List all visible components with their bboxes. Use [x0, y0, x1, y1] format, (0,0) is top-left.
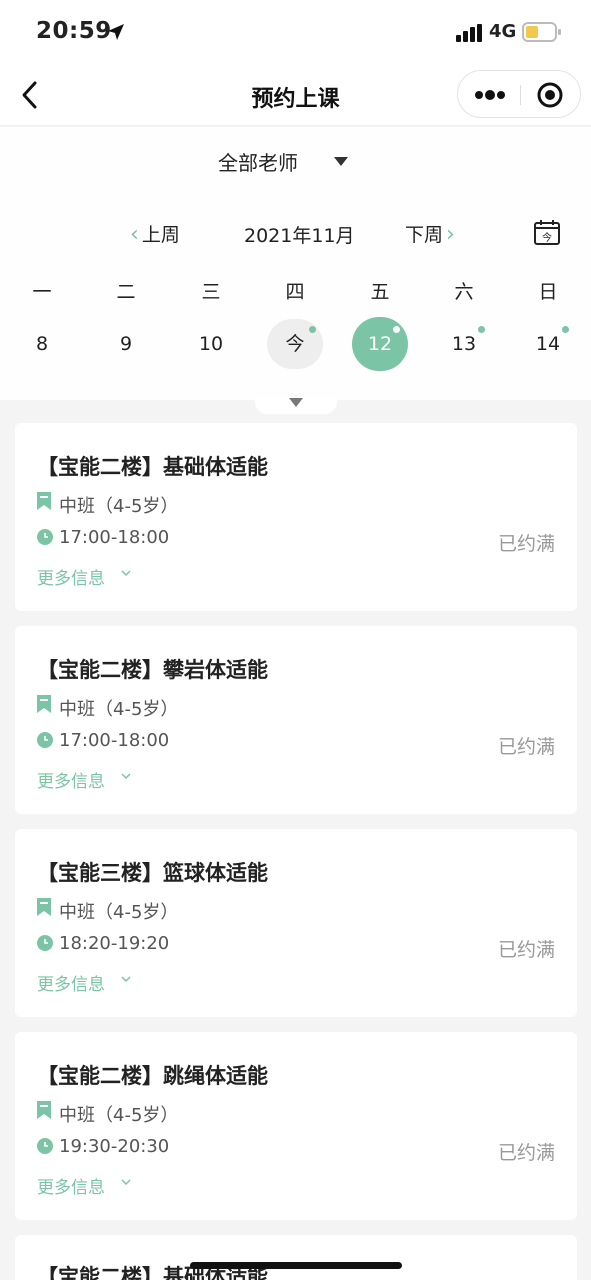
booking-status: 已约满: [497, 533, 555, 555]
status-time: 20:59: [36, 18, 112, 44]
course-title: 【宝能二楼】攀岩体适能: [37, 658, 268, 682]
course-time: 19:30-20:30: [59, 1136, 170, 1157]
caret-down-icon[interactable]: [334, 157, 348, 166]
capsule-divider: [520, 85, 521, 105]
has-class-dot: [562, 326, 569, 333]
status-bar: 20:59 4G: [0, 0, 591, 64]
prev-week-button[interactable]: ‹ 上周: [130, 220, 180, 247]
day-today[interactable]: 今: [265, 333, 325, 355]
battery-icon: [522, 22, 561, 42]
booking-status: 已约满: [497, 939, 555, 961]
nav-bar: 预约上课: [0, 64, 591, 126]
month-label: 2021年11月: [244, 225, 355, 247]
booking-status: 已约满: [497, 736, 555, 758]
more-info-link[interactable]: 更多信息: [37, 767, 105, 792]
course-time: 17:00-18:00: [59, 527, 170, 548]
more-icon[interactable]: [474, 89, 506, 101]
more-info-link[interactable]: 更多信息: [37, 1173, 105, 1198]
course-time: 17:00-18:00: [59, 730, 170, 751]
clock-icon: [37, 732, 53, 748]
course-level: 中班（4-5岁）: [59, 1105, 179, 1126]
bookmark-icon: [37, 898, 51, 916]
course-level: 中班（4-5岁）: [59, 902, 179, 923]
day-14[interactable]: 14: [518, 333, 578, 355]
clock-icon: [37, 529, 53, 545]
has-class-dot: [393, 326, 400, 333]
course-card[interactable]: 【宝能二楼】跳绳体适能 中班（4-5岁） 19:30-20:30 更多信息 已约…: [15, 1032, 577, 1220]
teacher-filter-bar: 全部老师: [0, 127, 591, 197]
weekday-sun: 日: [538, 281, 558, 303]
chevron-left-icon: ‹: [130, 222, 139, 247]
has-class-dot: [309, 326, 316, 333]
location-arrow-icon: [108, 24, 124, 40]
day-12-selected[interactable]: 12: [350, 333, 410, 355]
calendar-today-icon[interactable]: 今: [533, 218, 561, 246]
bookmark-icon: [37, 695, 51, 713]
weekday-wed: 三: [201, 281, 221, 303]
weekday-thu: 四: [285, 281, 305, 303]
bookmark-icon: [37, 1101, 51, 1119]
bookmark-icon: [37, 492, 51, 510]
course-card[interactable]: 【宝能二楼】攀岩体适能 中班（4-5岁） 17:00-18:00 更多信息 已约…: [15, 626, 577, 814]
course-card[interactable]: 【宝能二楼】基础体适能: [15, 1235, 577, 1280]
day-8[interactable]: 8: [12, 333, 72, 355]
course-level: 中班（4-5岁）: [59, 496, 179, 517]
teacher-select[interactable]: 全部老师: [218, 147, 298, 176]
next-week-label: 下周: [405, 224, 444, 246]
close-miniprogram-icon[interactable]: [537, 82, 563, 108]
signal-icon: [456, 24, 482, 42]
home-indicator: [190, 1262, 402, 1269]
calendar-collapse-toggle[interactable]: [255, 398, 337, 414]
chevron-down-icon: [121, 1179, 131, 1186]
next-week-button[interactable]: 下周 ›: [405, 220, 455, 247]
clock-icon: [37, 1138, 53, 1154]
weekday-fri: 五: [370, 281, 390, 303]
course-title: 【宝能二楼】跳绳体适能: [37, 1064, 268, 1088]
course-title: 【宝能二楼】基础体适能: [37, 455, 268, 479]
course-time: 18:20-19:20: [59, 933, 170, 954]
booking-status: 已约满: [497, 1142, 555, 1164]
day-13[interactable]: 13: [434, 333, 494, 355]
week-calendar: ‹ 上周 2021年11月 下周 › 今 一 二 三 四 五 六 日 8 9 10 …: [0, 197, 591, 400]
network-label: 4G: [489, 21, 517, 42]
more-info-link[interactable]: 更多信息: [37, 970, 105, 995]
weekday-sat: 六: [454, 281, 474, 303]
course-card[interactable]: 【宝能二楼】基础体适能 中班（4-5岁） 17:00-18:00 更多信息 已约…: [15, 423, 577, 611]
prev-week-label: 上周: [141, 224, 180, 246]
course-level: 中班（4-5岁）: [59, 699, 179, 720]
has-class-dot: [478, 326, 485, 333]
course-title: 【宝能三楼】篮球体适能: [37, 861, 268, 885]
chevron-down-icon: [121, 976, 131, 983]
menu-capsule: [457, 70, 581, 118]
more-info-link[interactable]: 更多信息: [37, 564, 105, 589]
chevron-down-icon: [121, 773, 131, 780]
caret-down-icon: [289, 398, 303, 407]
day-9[interactable]: 9: [96, 333, 156, 355]
course-card[interactable]: 【宝能三楼】篮球体适能 中班（4-5岁） 18:20-19:20 更多信息 已约…: [15, 829, 577, 1017]
chevron-right-icon: ›: [446, 222, 455, 247]
calendar-icon-char: 今: [542, 231, 552, 244]
day-10[interactable]: 10: [181, 333, 241, 355]
chevron-down-icon: [121, 570, 131, 577]
clock-icon: [37, 935, 53, 951]
weekday-mon: 一: [32, 281, 52, 303]
weekday-tue: 二: [116, 281, 136, 303]
